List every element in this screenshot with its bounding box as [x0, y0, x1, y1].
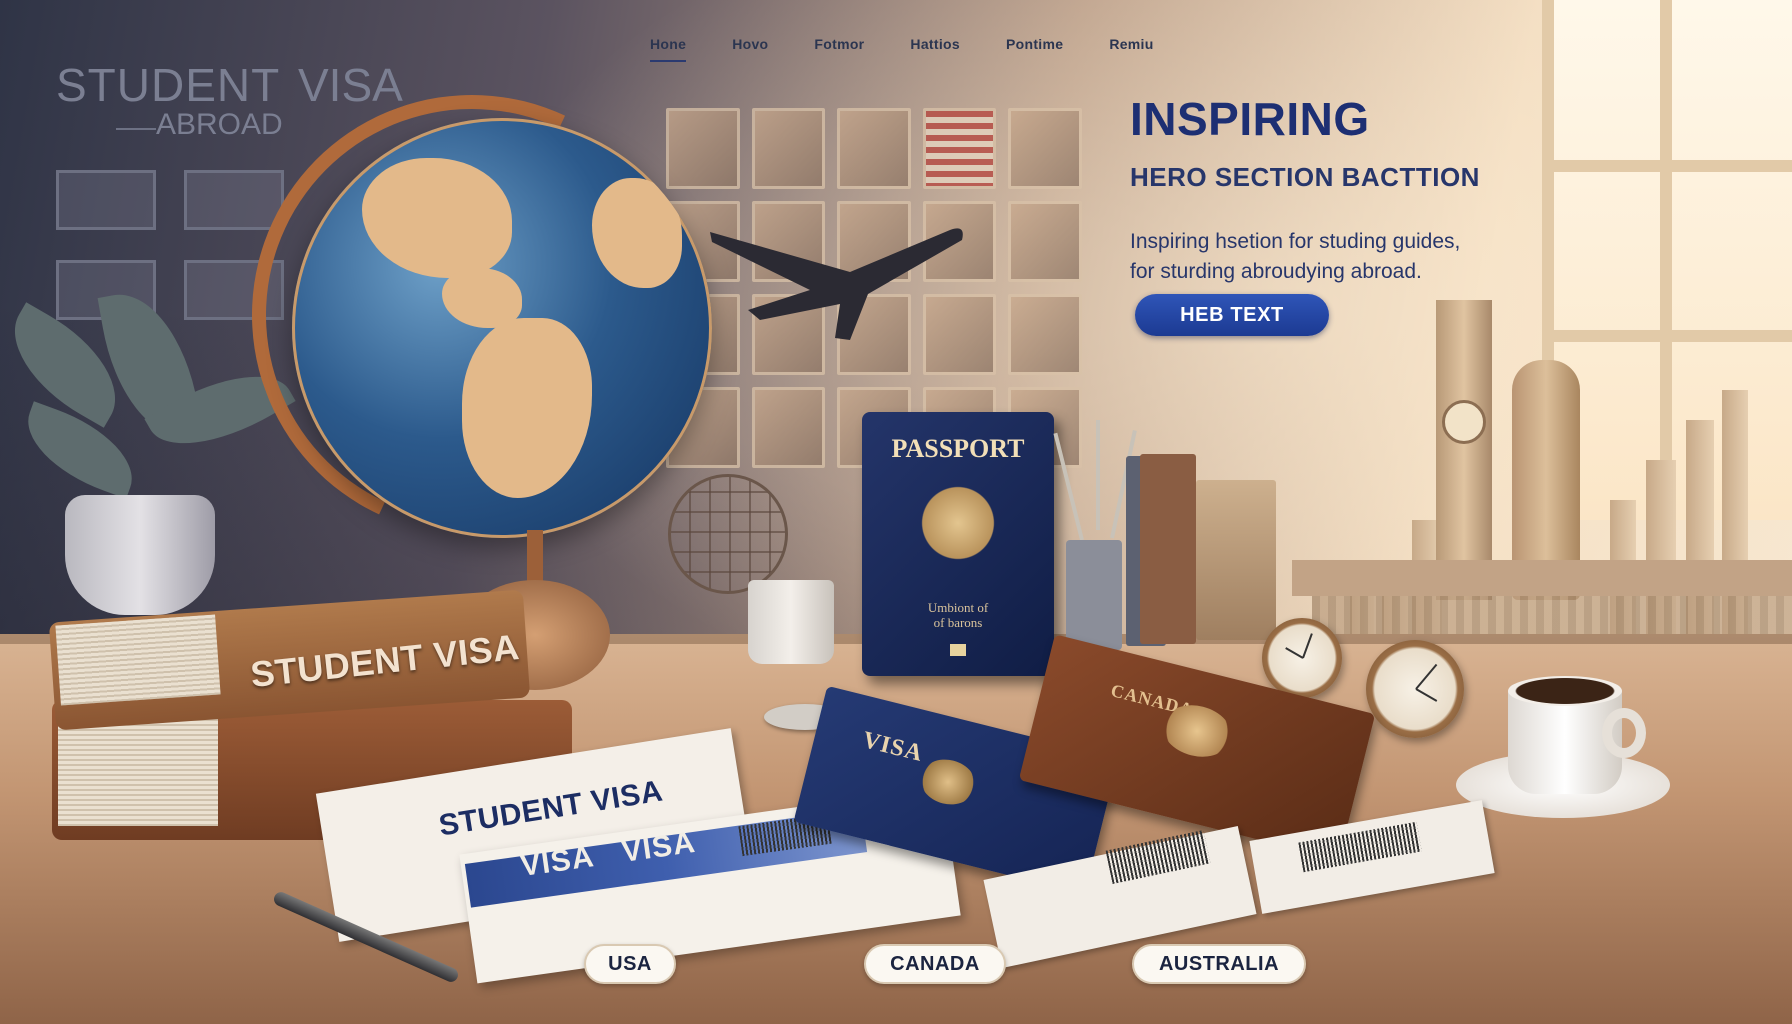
country-pill-australia[interactable]: AUSTRALIA	[1132, 944, 1306, 984]
window-shelf	[1292, 560, 1792, 596]
passport-booklet: PASSPORT Umbiont of of barons	[862, 412, 1054, 676]
big-ben-icon	[1436, 300, 1492, 600]
hero-description-line1: Inspiring hsetion for studing guides,	[1130, 230, 1461, 253]
country-pill-usa[interactable]: USA	[584, 944, 676, 984]
nav-item-2[interactable]: Hovo	[732, 36, 768, 62]
nav-item-5[interactable]: Pontime	[1006, 36, 1063, 62]
nav-item-6[interactable]: Remiu	[1109, 36, 1153, 62]
nav-item-home[interactable]: Hone	[650, 36, 687, 62]
passport-caption: Umbiont of of barons	[927, 600, 989, 630]
nav-item-3[interactable]: Fotmor	[814, 36, 864, 62]
airplane-icon	[710, 228, 963, 340]
hero-description-line2: for sturding abroudying abroad.	[1130, 260, 1422, 283]
wall-sign-visa: VISA	[298, 59, 403, 111]
clock-icon-2	[1366, 640, 1464, 738]
wall-sign-abroad: ABROAD	[156, 108, 283, 141]
hero-subtitle: HERO SECTION BACTTION	[1130, 162, 1480, 192]
top-nav: Hone Hovo Fotmor Hattios Pontime Remiu	[650, 36, 1154, 62]
passport-title: PASSPORT	[891, 434, 1025, 463]
hero-title: INSPIRING	[1130, 93, 1370, 145]
globe-icon	[292, 118, 712, 538]
hero-section: INSPIRING HERO SECTION BACTTION Inspirin…	[1130, 92, 1570, 287]
plant-cup	[748, 580, 834, 664]
eagle-seal-icon	[920, 478, 996, 568]
wire-globe-icon	[668, 474, 788, 594]
hero-description: Inspiring hsetion for studing guides, fo…	[1130, 227, 1570, 287]
pencil-cup	[1066, 540, 1122, 650]
nav-item-4[interactable]: Hattios	[910, 36, 960, 62]
tower-clock-face	[1442, 400, 1486, 444]
plant-pot	[65, 495, 215, 615]
wall-sign-student: STUDENT	[56, 59, 281, 111]
hero-cta-button[interactable]: HEB TEXT	[1135, 294, 1329, 336]
us-flag-photo	[922, 108, 997, 189]
country-pill-canada[interactable]: CANADA	[864, 944, 1006, 984]
chip-icon	[950, 644, 966, 656]
clock-icon	[1262, 618, 1342, 698]
